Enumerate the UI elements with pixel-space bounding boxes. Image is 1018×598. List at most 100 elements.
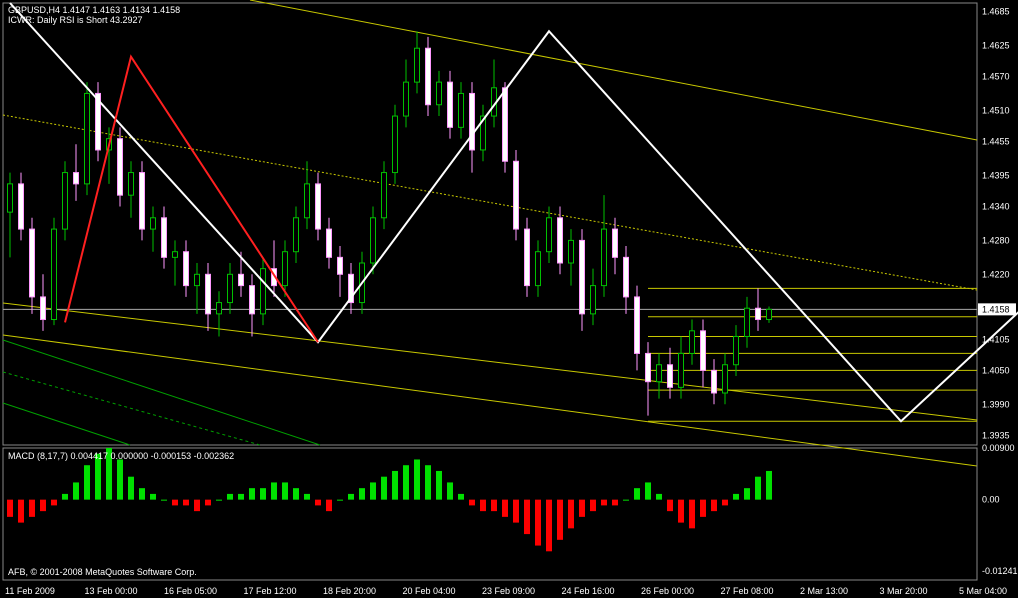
time-tick-label: 26 Feb 00:00 bbox=[641, 586, 694, 596]
macd-histogram-bar bbox=[304, 493, 310, 500]
candle-body bbox=[73, 172, 79, 185]
price-tick-label: 1.3935 bbox=[982, 430, 1010, 440]
candle-body bbox=[205, 273, 211, 315]
candle-body bbox=[502, 87, 508, 162]
price-tick-label: 1.4105 bbox=[982, 334, 1010, 344]
copyright-label: AFB, © 2001-2008 MetaQuotes Software Cor… bbox=[8, 567, 197, 577]
macd-histogram-bar bbox=[656, 493, 662, 500]
macd-histogram-bar bbox=[40, 499, 46, 512]
macd-histogram-bar bbox=[216, 499, 222, 501]
macd-tick-label: -0.01241 bbox=[982, 566, 1018, 576]
candle-body bbox=[403, 81, 409, 117]
macd-histogram-bar bbox=[29, 499, 35, 517]
macd-histogram-bar bbox=[535, 499, 541, 546]
candle-body bbox=[337, 256, 343, 275]
macd-histogram-bar bbox=[469, 499, 475, 506]
macd-histogram-bar bbox=[139, 488, 145, 500]
candle-body bbox=[524, 228, 530, 287]
candle-body bbox=[161, 217, 167, 258]
candle-body bbox=[744, 307, 750, 337]
candle-body bbox=[623, 256, 629, 298]
candle-body bbox=[579, 239, 585, 315]
macd-histogram-bar bbox=[183, 499, 189, 506]
macd-histogram-bar bbox=[634, 488, 640, 500]
price-tick-label: 1.4570 bbox=[982, 71, 1010, 81]
channel-line-yellow-upper bbox=[249, 0, 978, 141]
candle-body bbox=[128, 172, 134, 196]
macd-histogram-bar bbox=[150, 493, 156, 500]
macd-histogram-bar bbox=[227, 493, 233, 500]
macd-tick-label: 0.00 bbox=[982, 495, 1000, 505]
time-tick-label: 16 Feb 05:00 bbox=[164, 586, 217, 596]
candle-body bbox=[711, 369, 717, 394]
candle-body bbox=[238, 273, 244, 287]
macd-histogram-bar bbox=[755, 476, 761, 500]
macd-histogram-bar bbox=[502, 499, 508, 517]
macd-tick-label: 0.00900 bbox=[982, 443, 1015, 453]
candle-body bbox=[370, 217, 376, 264]
price-tick-label: 1.4510 bbox=[982, 105, 1010, 115]
macd-panel-frame bbox=[2, 447, 978, 581]
candle-body bbox=[7, 183, 13, 213]
candle-body bbox=[326, 228, 332, 258]
price-tick-label: 1.4455 bbox=[982, 136, 1010, 146]
macd-histogram-bar bbox=[601, 499, 607, 506]
price-tick-label: 1.4050 bbox=[982, 365, 1010, 375]
macd-histogram-bar bbox=[62, 493, 68, 500]
macd-histogram-bar bbox=[700, 499, 706, 517]
time-tick-label: 18 Feb 20:00 bbox=[323, 586, 376, 596]
time-tick-label: 2 Mar 13:00 bbox=[800, 586, 848, 596]
macd-histogram-bar bbox=[733, 493, 739, 500]
price-chart[interactable]: 1.4685 1.4625 1.4570 1.4510 1.4455 1.4395 1.43… bbox=[0, 0, 1018, 598]
macd-histogram-bar bbox=[458, 493, 464, 500]
candle-body bbox=[546, 217, 552, 253]
candle-body bbox=[601, 228, 607, 287]
price-tick-label: 1.4685 bbox=[982, 6, 1010, 16]
time-tick-label: 27 Feb 08:00 bbox=[721, 586, 774, 596]
macd-histogram-bar bbox=[348, 493, 354, 500]
price-tick-label: 1.3990 bbox=[982, 399, 1010, 409]
candle-body bbox=[40, 296, 46, 321]
candle-body bbox=[612, 228, 618, 258]
candle-body bbox=[700, 330, 706, 371]
time-tick-label: 11 Feb 2009 bbox=[5, 586, 55, 596]
candle-body bbox=[678, 352, 684, 388]
candle-body bbox=[447, 81, 453, 128]
channel-line-yellow-bottom bbox=[2, 334, 978, 467]
candle-body bbox=[535, 251, 541, 287]
candle-body bbox=[315, 183, 321, 230]
macd-histogram-bar bbox=[51, 499, 57, 506]
candle-body bbox=[755, 307, 761, 321]
price-tick-label: 1.4395 bbox=[982, 170, 1010, 180]
macd-histogram-bar bbox=[84, 465, 90, 500]
candle-body bbox=[172, 251, 178, 258]
candle-body bbox=[216, 302, 222, 315]
candle-body bbox=[667, 364, 673, 388]
candle-body bbox=[117, 138, 123, 196]
channel-line-green-3 bbox=[2, 402, 131, 446]
candle-body bbox=[656, 364, 662, 383]
macd-histogram-bar bbox=[524, 499, 530, 535]
time-tick-label: 20 Feb 04:00 bbox=[403, 586, 456, 596]
candle-body bbox=[590, 285, 596, 315]
macd-histogram-bar bbox=[359, 488, 365, 500]
time-tick-label: 5 Mar 04:00 bbox=[959, 586, 1007, 596]
candle-body bbox=[733, 335, 739, 366]
candle-body bbox=[51, 228, 57, 321]
candle-body bbox=[227, 273, 233, 304]
macd-histogram-bar bbox=[436, 470, 442, 500]
time-tick-label: 23 Feb 09:00 bbox=[482, 586, 535, 596]
price-panel-frame bbox=[2, 2, 978, 446]
candle-body bbox=[469, 92, 475, 151]
macd-label: MACD (8,17,7) 0.004417 0.000000 -0.00015… bbox=[8, 451, 235, 461]
macd-histogram-bar bbox=[425, 465, 431, 500]
time-tick-label: 24 Feb 16:00 bbox=[562, 586, 615, 596]
candle-body bbox=[766, 308, 772, 321]
candle-body bbox=[722, 364, 728, 394]
macd-histogram-bar bbox=[315, 499, 321, 506]
macd-histogram-bar bbox=[711, 499, 717, 512]
macd-histogram-bar bbox=[766, 470, 772, 500]
macd-histogram-bar bbox=[337, 499, 343, 501]
candle-body bbox=[304, 183, 310, 219]
macd-histogram-bar bbox=[271, 482, 277, 500]
